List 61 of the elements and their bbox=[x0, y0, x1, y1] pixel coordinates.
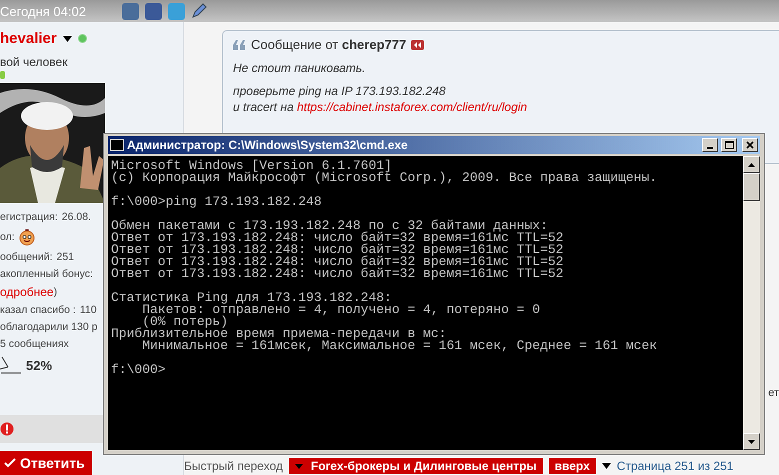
console-line: (0% потерь) bbox=[142, 316, 228, 328]
pencil-icon[interactable] bbox=[190, 3, 207, 19]
quick-nav-label: Быстрый переход bbox=[184, 459, 283, 473]
console-line: f:\000> bbox=[111, 364, 167, 376]
minimize-button[interactable] bbox=[702, 138, 718, 152]
console-line: Ответ от 173.193.182.248: число байт=32 время=161мс TTL=52 bbox=[111, 268, 564, 280]
stat-label: казал спасибо : bbox=[0, 304, 76, 316]
page-counter[interactable]: Страница 251 из 251 bbox=[616, 459, 734, 473]
stat-value: 251 bbox=[56, 251, 74, 263]
post-time: Сегодня 04:02 bbox=[0, 4, 86, 18]
smiley-icon bbox=[18, 228, 35, 246]
console-line: Приблизительное время приема-передачи в мс: bbox=[111, 328, 446, 340]
console-line: Обмен пакетами с 173.193.182.248 по с 32 байтами данных: bbox=[111, 220, 548, 232]
stat-text: 5 сообщениях bbox=[0, 338, 70, 350]
console-line: Ответ от 173.193.182.248: число байт=32 время=161мс TTL=52 bbox=[111, 232, 564, 244]
scrollbar[interactable] bbox=[743, 156, 760, 450]
console-line: Ответ от 173.193.182.248: число байт=32 время=161мс TTL=52 bbox=[111, 256, 564, 268]
details-link[interactable]: одробнее bbox=[0, 285, 54, 299]
back-arrow-icon[interactable] bbox=[411, 40, 424, 50]
message-text: Не стоит паниковать. bbox=[233, 61, 366, 75]
close-icon bbox=[746, 141, 754, 149]
forum-select[interactable]: Forex-брокеры и Дилинговые центры bbox=[288, 458, 543, 474]
close-button[interactable] bbox=[742, 138, 758, 152]
username[interactable]: hevalier bbox=[0, 30, 57, 47]
stat-value: 110 bbox=[80, 304, 97, 316]
console-line: Статистика Ping для 173.193.182.248: bbox=[111, 292, 393, 304]
stat-text: акопленный бонус: bbox=[0, 268, 94, 280]
user-rank: вой человек bbox=[0, 54, 68, 69]
login-link[interactable]: https://cabinet.instaforex.com/client/ru/login bbox=[296, 100, 528, 114]
caret-icon bbox=[294, 464, 303, 468]
scroll-thumb[interactable] bbox=[743, 173, 760, 201]
scroll-down-icon[interactable] bbox=[748, 440, 755, 444]
console-line: Минимальное = 161мсек, Максимальное = 161 мсек, Среднее = 161 мсек bbox=[142, 340, 658, 352]
bracket-text: ) bbox=[54, 286, 58, 298]
maximize-button[interactable] bbox=[721, 138, 737, 152]
rating-percent: 52% bbox=[26, 358, 52, 372]
cut-off-text: ет bbox=[768, 387, 779, 399]
caret-icon[interactable] bbox=[602, 463, 611, 469]
reputation-bar bbox=[0, 71, 5, 79]
warning-icon[interactable] bbox=[0, 422, 14, 436]
message-text: проверьте ping на IP 173.193.182.248 bbox=[233, 84, 447, 98]
top-button[interactable]: вверх bbox=[548, 458, 596, 474]
stat-label: ол: bbox=[0, 231, 15, 243]
reply-button[interactable]: Ответить bbox=[0, 451, 92, 475]
message-header: Сообщение от cherep777 bbox=[251, 37, 406, 52]
console-icon bbox=[110, 139, 124, 151]
console-line: (c) Корпорация Майкрософт (Microsoft Corp.), 2009. Все права защищены. bbox=[111, 172, 658, 184]
stat-text: облагодарили 130 р bbox=[0, 321, 98, 333]
quote-icon bbox=[233, 40, 246, 50]
console-line: Microsoft Windows [Version 6.1.7601] bbox=[111, 160, 393, 172]
message-text: и tracert на https://cabinet.instaforex.com/client/ru/login bbox=[233, 100, 528, 114]
console-line: f:\000>ping 173.193.182.248 bbox=[111, 196, 323, 208]
stat-label: ообщений: bbox=[0, 251, 52, 263]
console-line: Ответ от 173.193.182.248: число байт=32 время=161мс TTL=52 bbox=[111, 244, 564, 256]
stat-label: егистрация: bbox=[0, 211, 58, 223]
stat-value: 26.08. bbox=[62, 211, 91, 223]
console-line: Пакетов: отправлено = 4, получено = 4, потеряно = 0 bbox=[141, 304, 542, 316]
check-icon bbox=[4, 458, 16, 468]
window-title: Администратор: C:\Windows\System32\cmd.exe bbox=[127, 138, 409, 152]
maximize-icon bbox=[724, 141, 734, 149]
caret-icon[interactable] bbox=[62, 36, 72, 42]
